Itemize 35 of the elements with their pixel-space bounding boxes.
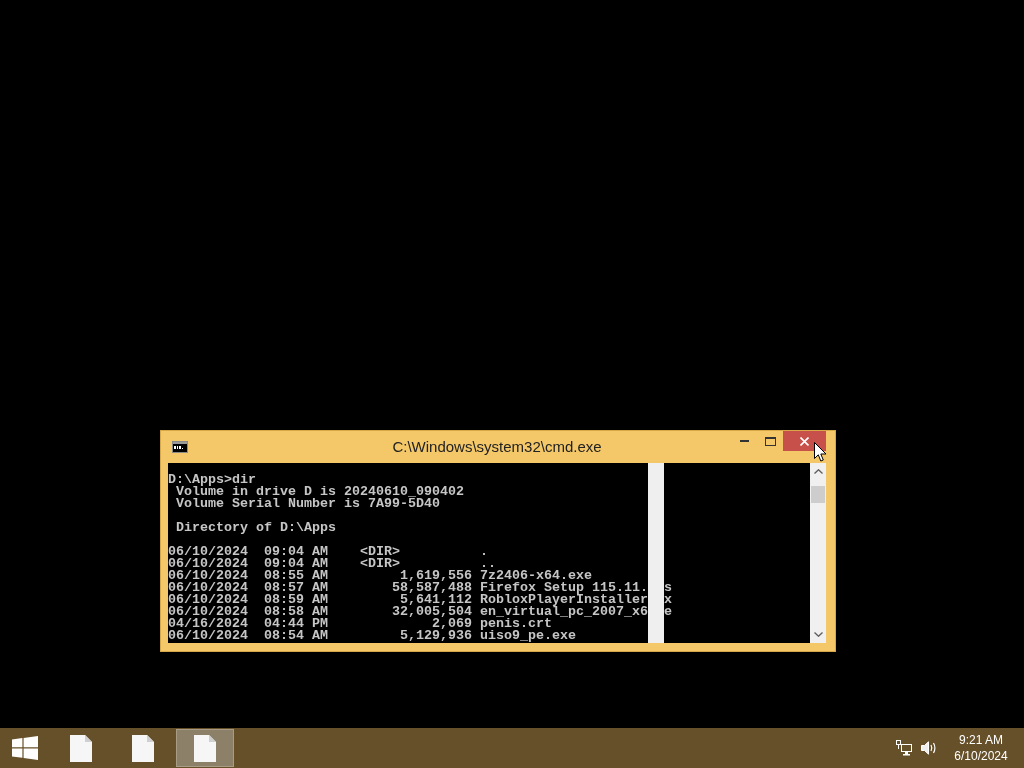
scrollbar-track[interactable]	[810, 463, 826, 643]
console-line: 06/10/2024 08:54 AM 5,129,936 uiso9_pe.exe	[168, 630, 576, 642]
console-line-fragment: e	[664, 606, 672, 618]
clock-time[interactable]: 9:21 AM	[959, 732, 1003, 748]
network-icon	[896, 740, 912, 756]
console-line: 04/16/2024 04:44 PM 2,069 penis.crt	[168, 618, 552, 630]
console-line: Directory of D:\Apps	[175, 522, 336, 534]
chevron-down-icon	[813, 632, 823, 637]
console-line: 06/10/2024 09:04 AM <DIR> ..	[168, 558, 496, 570]
console-line: 06/10/2024 09:04 AM <DIR> .	[168, 546, 488, 558]
console-line: Volume Serial Number is 7A99-5D40	[175, 498, 440, 510]
document-icon	[132, 734, 154, 762]
close-button[interactable]	[783, 431, 826, 451]
maximize-icon	[764, 436, 776, 446]
console-line-fragment: x	[664, 594, 672, 606]
window-title: C:\Windows\system32\cmd.exe	[392, 438, 602, 456]
close-icon	[800, 436, 809, 446]
console-line: D:\Apps>dir	[168, 474, 256, 486]
taskbar-button[interactable]	[176, 729, 234, 767]
console-line: 06/10/2024 08:57 AM 58,587,488 Firefox Setup 115.11.	[168, 582, 648, 594]
console-line: 06/10/2024 08:55 AM 1,619,556 7z2406-x64.exe	[168, 570, 592, 582]
console-icon	[172, 441, 188, 453]
console-line: Volume in drive D is 20240610_090402	[176, 486, 464, 498]
speaker-icon	[921, 741, 937, 755]
mouse-cursor-icon	[814, 442, 827, 462]
minimize-icon	[739, 440, 749, 442]
document-icon	[194, 734, 216, 762]
scrollbar-thumb[interactable]	[811, 486, 825, 503]
document-icon	[70, 734, 92, 762]
console-line-fragment: s	[664, 582, 672, 594]
console-line: 06/10/2024 08:59 AM 5,641,112 RobloxPlayerInstaller	[168, 594, 648, 606]
clock-date[interactable]: 6/10/2024	[954, 748, 1008, 764]
window-panes-icon	[12, 736, 38, 760]
chevron-up-icon	[813, 469, 823, 474]
console-line: 06/10/2024 08:58 AM 32,005,504 en_virtual_pc_2007_x6	[168, 606, 648, 618]
